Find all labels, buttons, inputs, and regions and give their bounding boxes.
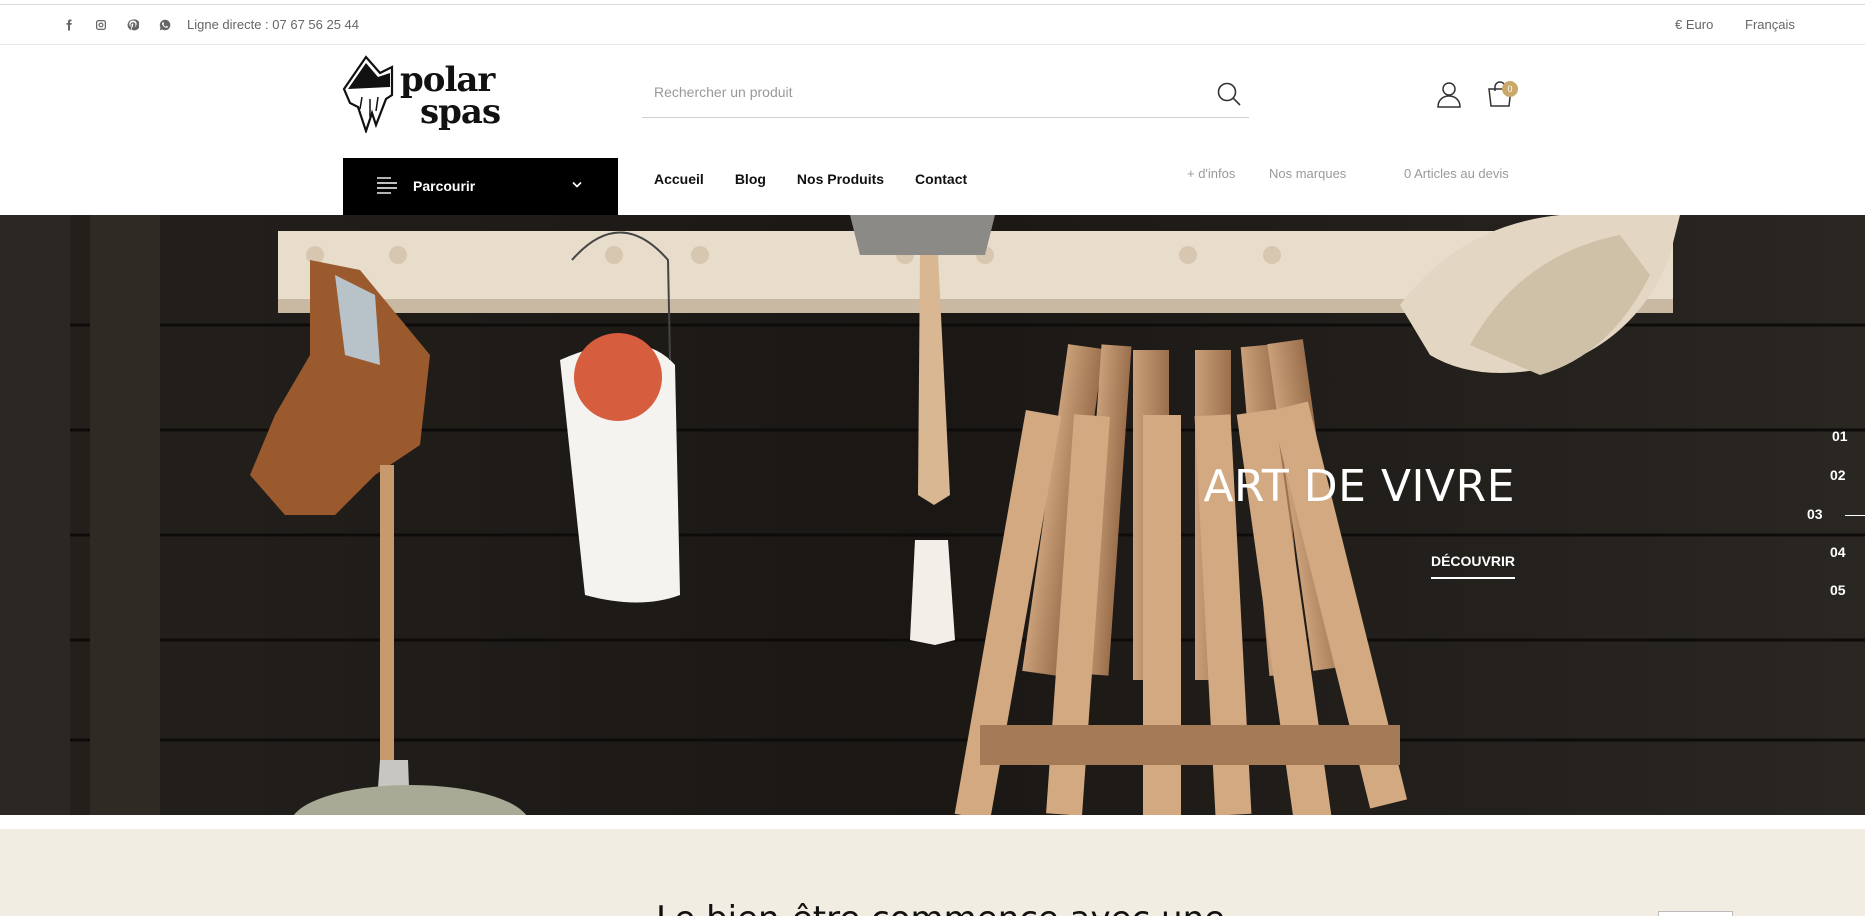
brands-link[interactable]: Nos marques [1269,166,1346,181]
chevron-down-icon [572,181,582,188]
browse-label: Parcourir [413,178,476,194]
facebook-icon[interactable] [60,18,78,32]
currency-selector[interactable]: € Euro [1675,17,1713,32]
slide-indicator-04[interactable]: 04 [1830,544,1846,560]
cart-count-badge: 0 [1502,81,1518,97]
intro-heading: Le bien-être commence avec une [656,899,1225,916]
search-input[interactable] [654,84,1174,100]
user-account-icon[interactable] [1436,80,1462,108]
hero-title: ART DE VIVRE [1203,461,1515,512]
search-bar [642,74,1249,118]
social-links [60,18,174,32]
language-selector[interactable]: Français [1745,17,1795,32]
browse-categories-button[interactable]: Parcourir [343,158,618,215]
menu-icon [377,177,397,194]
quote-items-link[interactable]: 0 Articles au devis [1404,166,1509,181]
logo[interactable]: polar spas [342,55,507,135]
nav-item-blog[interactable]: Blog [735,171,766,187]
slide-indicator-03[interactable]: 03 [1807,506,1823,522]
top-bar: Ligne directe : 07 67 56 25 44 € Euro Fr… [0,5,1865,45]
more-info-link[interactable]: + d'infos [1187,166,1235,181]
active-slide-marker [1845,515,1865,516]
phone-number: Ligne directe : 07 67 56 25 44 [187,17,360,32]
section-gap [0,815,1865,829]
hero-image [0,215,1865,815]
whatsapp-icon[interactable] [156,18,174,32]
hero-discover-link[interactable]: DÉCOUVRIR [1430,553,1515,579]
slide-indicator-02[interactable]: 02 [1830,467,1846,483]
nav-item-accueil[interactable]: Accueil [654,171,704,187]
pinterest-icon[interactable] [124,18,142,32]
slide-indicator-05[interactable]: 05 [1830,582,1846,598]
recaptcha-badge[interactable] [1658,911,1733,916]
search-icon[interactable] [1215,80,1243,108]
slide-indicator-01[interactable]: 01 [1832,428,1848,444]
nav-item-contact[interactable]: Contact [915,171,967,187]
hero-slider: ART DE VIVRE DÉCOUVRIR 01 02 03 04 05 [0,215,1865,815]
svg-text:spas: spas [420,92,500,132]
nav-item-nos-produits[interactable]: Nos Produits [797,171,884,187]
instagram-icon[interactable] [92,18,110,32]
main-navigation: Accueil Blog Nos Produits Contact [654,171,967,187]
intro-section: Le bien-être commence avec une [0,829,1865,916]
